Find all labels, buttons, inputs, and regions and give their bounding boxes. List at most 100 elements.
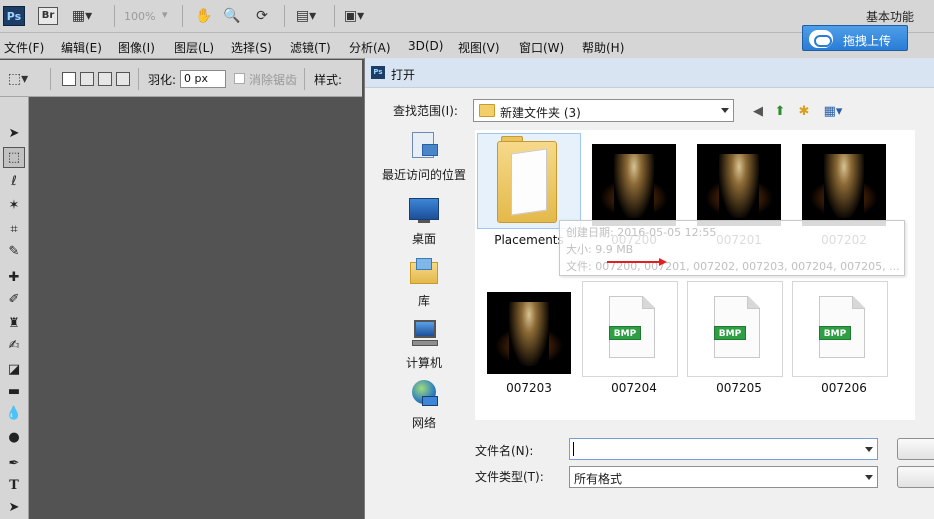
- place-label: 桌面: [411, 232, 436, 246]
- menu-select[interactable]: 选择(S): [231, 39, 272, 56]
- feather-input[interactable]: 0 px: [180, 70, 226, 88]
- hand-tool-icon[interactable]: ✋: [194, 6, 214, 26]
- red-arrow-icon: [607, 258, 667, 266]
- file-item-bmp[interactable]: BMP 007206: [792, 281, 896, 406]
- type-tool-icon[interactable]: T: [3, 475, 25, 496]
- toolbar-divider: [114, 5, 115, 27]
- subtract-selection-icon[interactable]: [98, 72, 112, 86]
- antialias-label: 消除锯齿: [249, 73, 298, 87]
- dodge-tool-icon[interactable]: ●: [3, 427, 25, 448]
- menu-analysis[interactable]: 分析(A): [349, 39, 391, 56]
- menu-bar: 文件(F) 编辑(E) 图像(I) 图层(L) 选择(S) 滤镜(T) 分析(A…: [0, 33, 934, 59]
- toolbox: ➤ ⬚ ℓ ✶ ⌗ ✎ ✚ ✐ ♜ ✍ ◪ ▬ 💧 ● ✒ T ➤: [0, 97, 29, 519]
- bmp-file-icon: BMP: [687, 281, 783, 377]
- bmp-badge: BMP: [609, 326, 641, 340]
- menu-view[interactable]: 视图(V): [458, 39, 500, 56]
- open-button[interactable]: [897, 438, 934, 460]
- menu-edit[interactable]: 编辑(E): [61, 39, 102, 56]
- brush-tool-icon[interactable]: ✐: [3, 289, 25, 310]
- photoshop-logo[interactable]: Ps: [3, 6, 25, 26]
- menu-image[interactable]: 图像(I): [118, 39, 155, 56]
- toolbar-divider: [284, 5, 285, 27]
- new-selection-icon[interactable]: [62, 72, 76, 86]
- back-icon[interactable]: ◀: [749, 102, 767, 120]
- filename-input[interactable]: [569, 438, 878, 460]
- chevron-down-icon: [721, 108, 729, 113]
- image-thumbnail: [697, 144, 781, 226]
- bmp-file-icon: BMP: [792, 281, 888, 377]
- zoom-dropdown-icon[interactable]: ▾: [162, 8, 168, 21]
- new-folder-icon[interactable]: ✱: [795, 102, 813, 120]
- menu-help[interactable]: 帮助(H): [582, 39, 624, 56]
- healing-brush-tool-icon[interactable]: ✚: [3, 267, 25, 288]
- menu-3d[interactable]: 3D(D): [408, 39, 443, 53]
- eraser-tool-icon[interactable]: ◪: [3, 359, 25, 380]
- workspace-switcher[interactable]: 基本功能: [866, 8, 914, 25]
- antialias-checkbox[interactable]: [234, 73, 245, 84]
- chevron-down-icon: [865, 475, 873, 480]
- bridge-button[interactable]: Br: [38, 7, 58, 25]
- image-thumbnail: [592, 144, 676, 226]
- drag-upload-button[interactable]: 拖拽上传: [802, 25, 908, 51]
- add-selection-icon[interactable]: [80, 72, 94, 86]
- filetype-select[interactable]: 所有格式: [569, 466, 878, 488]
- cancel-button[interactable]: [897, 466, 934, 488]
- up-folder-icon[interactable]: ⬆: [771, 102, 789, 120]
- menu-file[interactable]: 文件(F): [4, 39, 44, 56]
- place-recent[interactable]: 最近访问的位置: [369, 130, 479, 183]
- folder-tooltip: 创建日期: 2016-05-05 12:55 大小: 9.9 MB 文件: 00…: [559, 220, 905, 276]
- move-tool-icon[interactable]: ➤: [3, 123, 25, 144]
- tooltip-size: 大小: 9.9 MB: [566, 243, 634, 256]
- place-label: 网络: [411, 416, 436, 430]
- desktop-icon: [408, 194, 440, 226]
- image-thumbnail: [802, 144, 886, 226]
- look-in-value: 新建文件夹 (3): [500, 106, 581, 120]
- place-library[interactable]: 库: [369, 256, 479, 309]
- menu-filter[interactable]: 滤镜(T): [290, 39, 331, 56]
- file-name: 007204: [611, 381, 657, 395]
- filetype-label: 文件类型(T):: [475, 470, 544, 484]
- file-item-bmp[interactable]: BMP 007205: [687, 281, 791, 406]
- chevron-down-icon[interactable]: [865, 447, 873, 452]
- marquee-tool-icon[interactable]: ⬚: [3, 147, 25, 168]
- lasso-tool-icon[interactable]: ℓ: [3, 171, 25, 192]
- marquee-preset-icon[interactable]: ⬚▾: [8, 69, 28, 89]
- pen-tool-icon[interactable]: ✒: [3, 453, 25, 474]
- app-bar: Ps Br ▦▾ 100% ▾ ✋ 🔍 ⟳ ▤▾ ▣▾ 基本功能: [0, 0, 934, 33]
- file-item-bmp[interactable]: BMP 007204: [582, 281, 686, 406]
- dialog-title-bar[interactable]: Ps 打开: [365, 58, 934, 88]
- bmp-file-icon: BMP: [582, 281, 678, 377]
- crop-tool-icon[interactable]: ⌗: [3, 219, 25, 240]
- file-item-image[interactable]: 007203: [477, 281, 581, 406]
- text-caret: [573, 442, 574, 456]
- path-selection-tool-icon[interactable]: ➤: [3, 497, 25, 518]
- magic-wand-tool-icon[interactable]: ✶: [3, 195, 25, 216]
- view-menu-icon[interactable]: ▦▾: [819, 102, 847, 120]
- place-label: 计算机: [405, 356, 442, 370]
- screen-mode-icon[interactable]: ▣▾: [344, 6, 364, 26]
- intersect-selection-icon[interactable]: [116, 72, 130, 86]
- gradient-tool-icon[interactable]: ▬: [3, 381, 25, 402]
- view-extras-icon[interactable]: ▦▾: [72, 6, 92, 26]
- arrange-documents-icon[interactable]: ▤▾: [296, 6, 316, 26]
- zoom-level[interactable]: 100%: [124, 10, 155, 23]
- place-computer[interactable]: 计算机: [369, 318, 479, 371]
- dialog-title: 打开: [391, 68, 416, 82]
- tooltip-created: 创建日期: 2016-05-05 12:55: [566, 226, 717, 239]
- menu-window[interactable]: 窗口(W): [519, 39, 564, 56]
- folder-icon: [497, 136, 557, 223]
- cloud-icon: [809, 30, 833, 48]
- toolbar-divider: [182, 5, 183, 27]
- eyedropper-tool-icon[interactable]: ✎: [3, 241, 25, 262]
- place-network[interactable]: 网络: [369, 378, 479, 431]
- place-desktop[interactable]: 桌面: [369, 194, 479, 247]
- image-thumbnail: [487, 292, 571, 374]
- rotate-view-icon[interactable]: ⟳: [252, 6, 272, 26]
- blur-tool-icon[interactable]: 💧: [3, 403, 25, 424]
- toolbar-divider: [334, 5, 335, 27]
- menu-layer[interactable]: 图层(L): [174, 39, 214, 56]
- history-brush-tool-icon[interactable]: ✍: [3, 335, 25, 356]
- clone-stamp-tool-icon[interactable]: ♜: [3, 313, 25, 334]
- zoom-tool-icon[interactable]: 🔍: [222, 6, 242, 26]
- look-in-dropdown[interactable]: 新建文件夹 (3): [473, 99, 734, 122]
